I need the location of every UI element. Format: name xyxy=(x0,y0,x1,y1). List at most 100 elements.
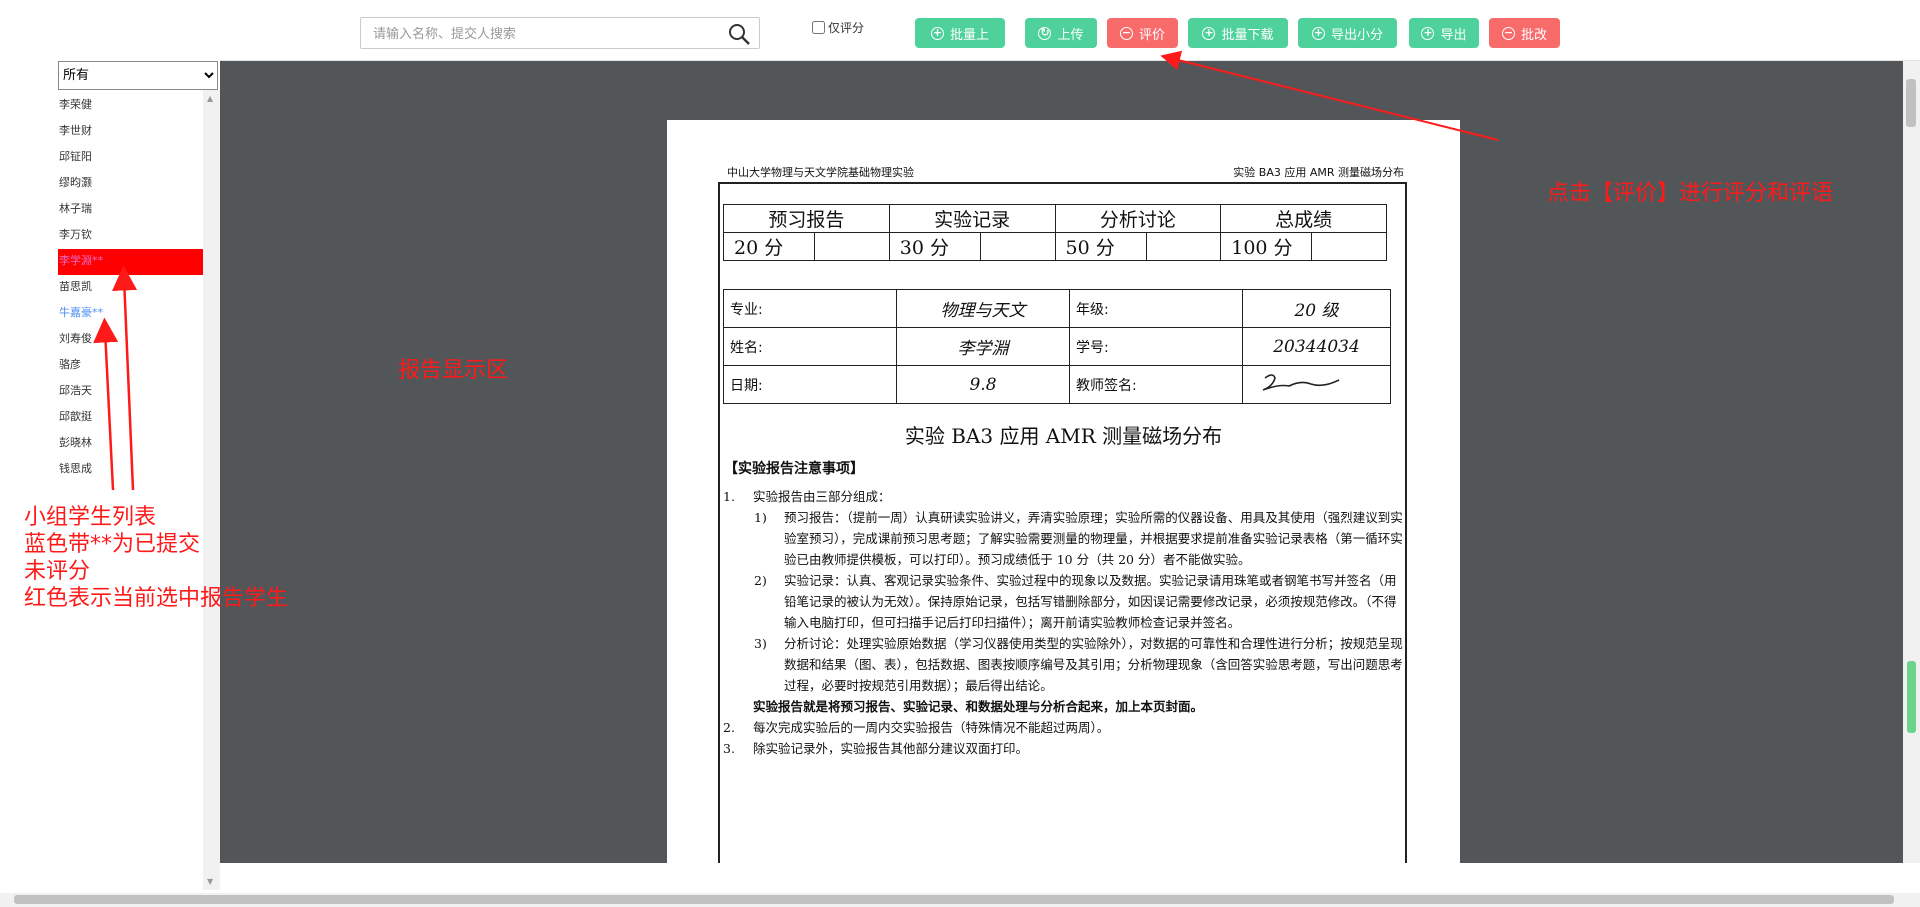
minus-circle-icon: − xyxy=(1501,26,1515,40)
export-button[interactable]: + 导出 xyxy=(1409,18,1479,48)
student-item[interactable]: 刘寿俊 xyxy=(58,327,203,353)
student-item[interactable]: 李万钦 xyxy=(58,223,203,249)
sidebar-scrollbar[interactable]: ▲ ▼ xyxy=(203,90,220,890)
date-label: 日期: xyxy=(723,365,897,404)
batch-upload-button[interactable]: + 批量上 xyxy=(915,18,1005,48)
score-cell xyxy=(814,232,890,261)
rule-text: 除实验记录外，实验报告其他部分建议双面打印。 xyxy=(753,741,1029,756)
batch-download-label: 批量下载 xyxy=(1221,27,1274,43)
plus-circle-icon: + xyxy=(1311,26,1325,40)
major-label: 专业: xyxy=(723,289,897,328)
report-page: 中山大学物理与天文学院基础物理实验 实验 BA3 应用 AMR 测量磁场分布 预… xyxy=(667,120,1460,863)
score-max: 100 分 xyxy=(1220,232,1313,261)
grade-value: 20 级 xyxy=(1242,289,1391,328)
student-list: 李荣健 李世财 邱钲阳 缪昀灏 林子瑞 李万钦 李学淵** 苗思凯 牛嘉豪** … xyxy=(58,93,203,483)
note-line: 蓝色带**为已提交 xyxy=(24,532,201,557)
upload-button[interactable]: ↻ 上传 xyxy=(1025,18,1097,48)
viewer-scroll-thumb[interactable] xyxy=(1906,79,1916,127)
student-item-selected[interactable]: 李学淵** xyxy=(58,249,203,275)
horizontal-scrollbar[interactable] xyxy=(0,893,1920,907)
group-filter-select[interactable]: 所有 xyxy=(58,61,218,90)
plus-circle-icon: + xyxy=(1421,26,1435,40)
score-caption: 总成绩 xyxy=(1220,204,1387,233)
approve-label: 批改 xyxy=(1520,27,1547,43)
scroll-down-arrow-icon[interactable]: ▼ xyxy=(207,877,213,886)
report-area-note: 报告显示区 xyxy=(398,358,509,383)
horizontal-scroll-thumb[interactable] xyxy=(14,895,1894,904)
score-caption: 分析讨论 xyxy=(1054,204,1222,233)
notice-heading: 【实验报告注意事项】 xyxy=(724,461,864,477)
date-value: 9.8 xyxy=(896,365,1070,404)
upload-label: 上传 xyxy=(1057,27,1084,43)
grade-label: 年级: xyxy=(1069,289,1243,328)
score-cell xyxy=(979,232,1056,261)
subrule-number: 3) xyxy=(754,636,767,651)
student-item[interactable]: 邱钲阳 xyxy=(58,145,203,171)
note-line: 小组学生列表 xyxy=(24,505,157,530)
subrule-number: 1) xyxy=(754,510,767,525)
score-caption: 实验记录 xyxy=(888,204,1056,233)
export-label: 导出 xyxy=(1440,27,1467,43)
id-value: 20344034 xyxy=(1242,327,1391,366)
batch-upload-label: 批量上 xyxy=(949,27,989,43)
subrule-text: 分析讨论：处理实验原始数据（学习仪器使用类型的实验除外），对数据的可靠性和合理性… xyxy=(784,636,1403,693)
teacher-label: 教师签名: xyxy=(1069,365,1243,404)
rule-number: 2. xyxy=(723,720,735,735)
score-max: 50 分 xyxy=(1054,232,1147,261)
student-item[interactable]: 苗思凯 xyxy=(58,275,203,301)
student-item[interactable]: 李世财 xyxy=(58,119,203,145)
name-value: 李学淵 xyxy=(896,327,1070,366)
batch-download-button[interactable]: + 批量下载 xyxy=(1188,18,1288,48)
student-item[interactable]: 缪昀灏 xyxy=(58,171,203,197)
student-item[interactable]: 林子瑞 xyxy=(58,197,203,223)
viewer-scroll-marker xyxy=(1907,661,1916,733)
rule-emphasis: 实验报告就是将预习报告、实验记录、和数据处理与分析合起来，加上本页封面。 xyxy=(753,699,1204,714)
plus-circle-icon: + xyxy=(1202,26,1216,40)
rule-text: 实验报告由三部分组成： xyxy=(753,489,891,504)
search-box[interactable] xyxy=(360,17,760,49)
teacher-signature xyxy=(1242,365,1391,404)
only-score-checkbox[interactable] xyxy=(812,21,825,34)
refresh-circle-icon: ↻ xyxy=(1038,26,1052,40)
score-cell xyxy=(1311,232,1387,261)
score-table: 预习报告 实验记录 分析讨论 总成绩 20 分 30 分 50 分 100 分 xyxy=(723,204,1387,261)
score-cell xyxy=(1145,232,1222,261)
note-line: 未评分 xyxy=(24,559,91,584)
only-score-label: 仅评分 xyxy=(828,21,865,35)
evaluate-label: 评价 xyxy=(1138,27,1165,43)
report-title: 实验 BA3 应用 AMR 测量磁场分布 xyxy=(904,424,1223,448)
only-score-filter[interactable]: 仅评分 xyxy=(812,19,864,36)
scroll-up-arrow-icon[interactable]: ▲ xyxy=(207,94,213,103)
score-max: 20 分 xyxy=(723,232,815,261)
student-item[interactable]: 邱歆挺 xyxy=(58,405,203,431)
rule-number: 3. xyxy=(723,741,735,756)
search-icon[interactable] xyxy=(727,22,751,46)
subrule-text: 实验记录：认真、客观记录实验条件、实验过程中的现象以及数据。实验记录请用珠笔或者… xyxy=(784,573,1397,630)
search-input[interactable] xyxy=(371,19,715,49)
signature-mark-icon xyxy=(1262,373,1340,391)
student-item[interactable]: 李荣健 xyxy=(58,93,203,119)
id-label: 学号: xyxy=(1069,327,1243,366)
name-label: 姓名: xyxy=(723,327,897,366)
evaluate-hint-note: 点击【评价】进行评分和评语 xyxy=(1547,181,1834,206)
notice-rules: 1. 实验报告由三部分组成： 1) 预习报告：（提前一周）认真研读实验讲义，弄清… xyxy=(723,486,1408,759)
student-item[interactable]: 钱思成 xyxy=(58,457,203,483)
plus-circle-icon: + xyxy=(930,26,944,40)
viewer-scrollbar[interactable] xyxy=(1903,61,1920,863)
student-item[interactable]: 骆彦 xyxy=(58,353,203,379)
rule-text: 每次完成实验后的一周内交实验报告（特殊情况不能超过两周）。 xyxy=(753,720,1110,735)
student-item[interactable]: 邱浩天 xyxy=(58,379,203,405)
approve-button[interactable]: − 批改 xyxy=(1489,18,1560,48)
student-list-note: 小组学生列表 蓝色带**为已提交 未评分 红色表示当前选中报告学生 xyxy=(24,504,288,612)
subrule-number: 2) xyxy=(754,573,767,588)
note-line: 红色表示当前选中报告学生 xyxy=(24,586,289,611)
evaluate-button[interactable]: − 评价 xyxy=(1107,18,1178,48)
score-max: 30 分 xyxy=(888,232,981,261)
export-minor-label: 导出小分 xyxy=(1330,27,1383,43)
export-minor-button[interactable]: + 导出小分 xyxy=(1298,18,1397,48)
rule-number: 1. xyxy=(723,489,735,504)
student-item-submitted[interactable]: 牛嘉豪** xyxy=(58,301,203,327)
student-item[interactable]: 彭晓林 xyxy=(58,431,203,457)
subrule-text: 预习报告：（提前一周）认真研读实验讲义，弄清实验原理；实验所需的仪器设备、用具及… xyxy=(784,510,1403,567)
page-header-left: 中山大学物理与天文学院基础物理实验 xyxy=(727,166,914,179)
